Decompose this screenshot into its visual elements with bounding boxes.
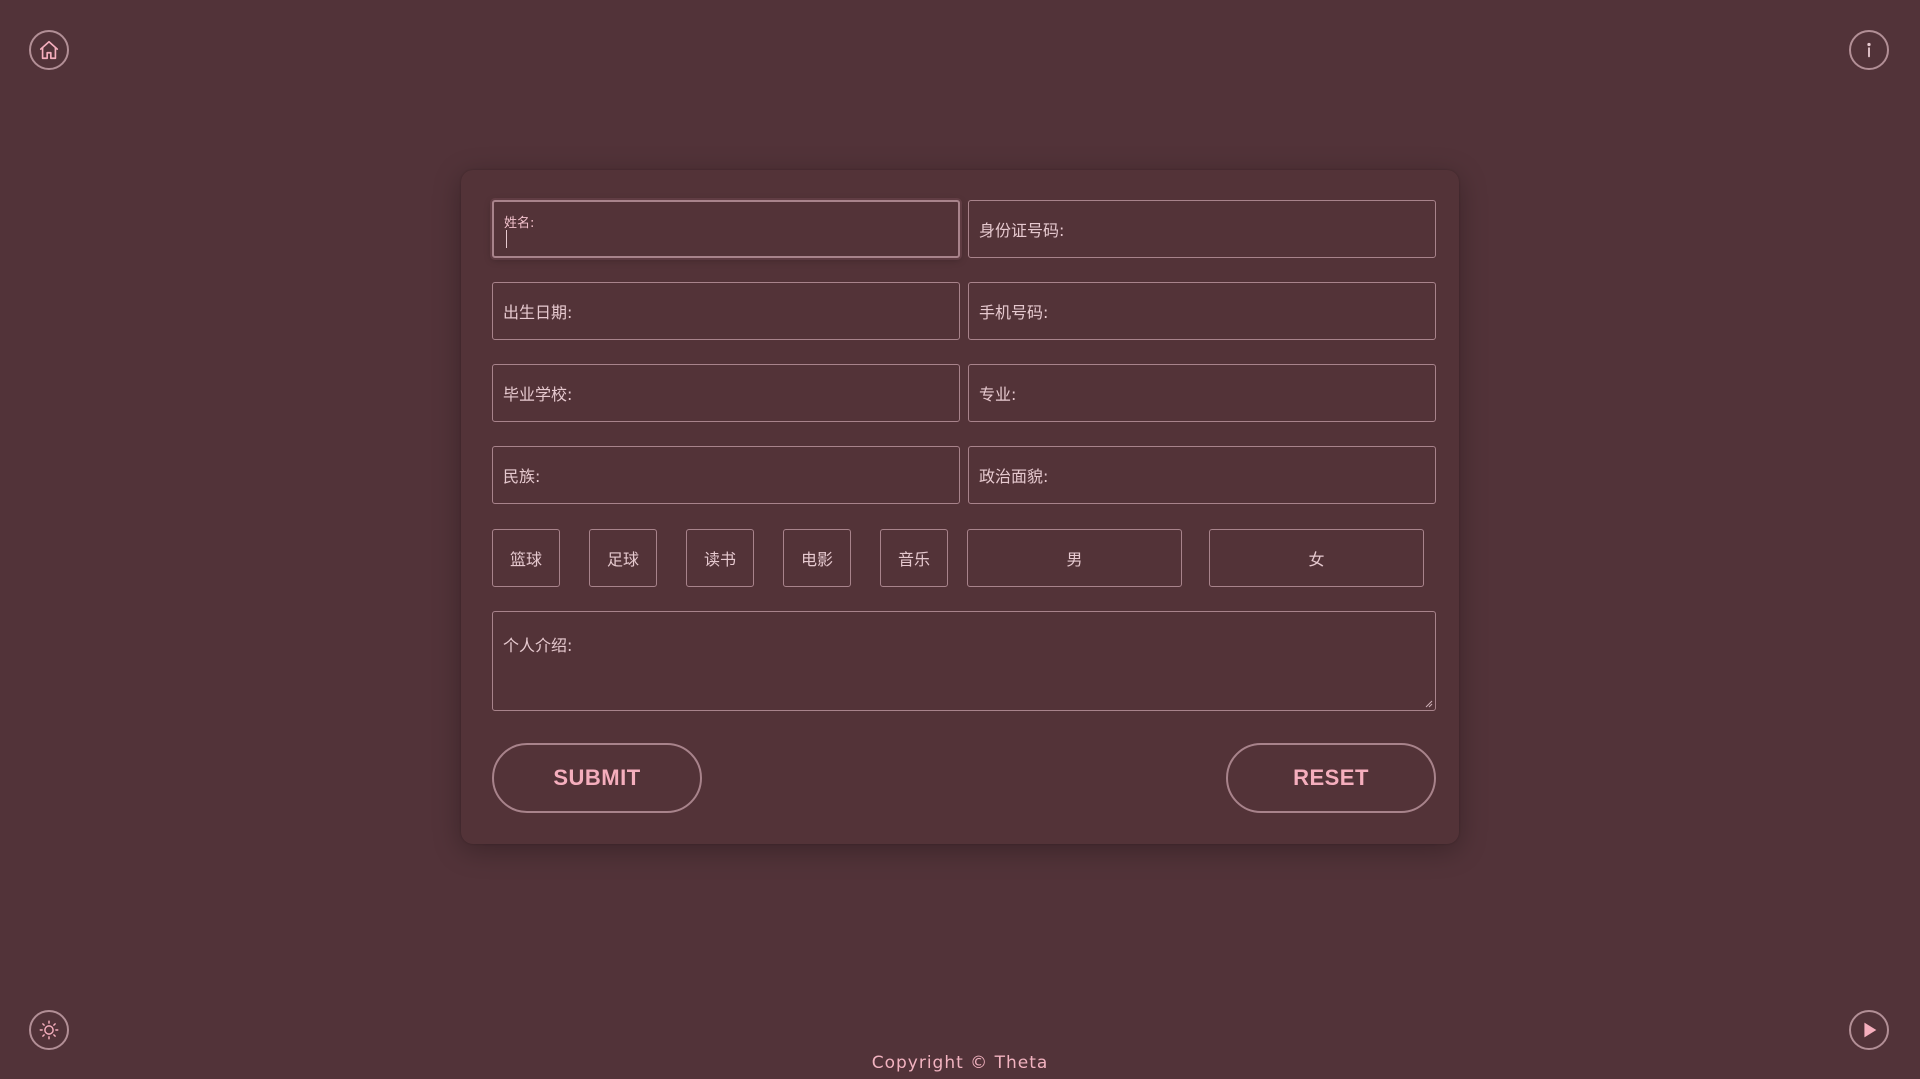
- submit-button[interactable]: SUBMIT: [492, 743, 702, 813]
- birth-date-input[interactable]: 出生日期:: [492, 282, 960, 340]
- text-caret: [506, 230, 507, 248]
- hobby-football-checkbox[interactable]: 足球: [589, 529, 657, 587]
- political-status-input[interactable]: 政治面貌:: [968, 446, 1436, 504]
- gender-female-radio[interactable]: 女: [1209, 529, 1424, 587]
- id-number-label: 身份证号码:: [979, 221, 1065, 240]
- form-card: 姓名: 身份证号码: 出生日期: 手机号码: 毕业学校: 专业: 民族: 政治面…: [461, 170, 1459, 844]
- hobby-music-checkbox[interactable]: 音乐: [880, 529, 948, 587]
- reset-button[interactable]: RESET: [1226, 743, 1436, 813]
- hobby-movie-checkbox[interactable]: 电影: [783, 529, 851, 587]
- id-number-input[interactable]: 身份证号码:: [968, 200, 1436, 258]
- political-status-label: 政治面貌:: [979, 467, 1049, 486]
- resize-grip-icon[interactable]: [1423, 698, 1433, 708]
- major-label: 专业:: [979, 385, 1017, 404]
- hobby-basketball-checkbox[interactable]: 篮球: [492, 529, 560, 587]
- info-icon: [1867, 42, 1871, 58]
- play-button[interactable]: [1849, 1010, 1889, 1050]
- home-icon: [39, 40, 59, 60]
- name-label: 姓名:: [504, 216, 535, 231]
- info-button[interactable]: [1849, 30, 1889, 70]
- name-input[interactable]: 姓名:: [492, 200, 960, 258]
- ethnicity-input[interactable]: 民族:: [492, 446, 960, 504]
- ethnicity-label: 民族:: [503, 467, 541, 486]
- birth-date-label: 出生日期:: [503, 303, 573, 322]
- major-input[interactable]: 专业:: [968, 364, 1436, 422]
- intro-label: 个人介绍:: [503, 636, 573, 655]
- play-icon: [1864, 1022, 1877, 1038]
- school-label: 毕业学校:: [503, 385, 573, 404]
- home-button[interactable]: [29, 30, 69, 70]
- theme-toggle-button[interactable]: [29, 1010, 69, 1050]
- copyright-footer: Copyright © Theta: [871, 1053, 1049, 1073]
- phone-input[interactable]: 手机号码:: [968, 282, 1436, 340]
- gender-male-radio[interactable]: 男: [967, 529, 1182, 587]
- hobby-reading-checkbox[interactable]: 读书: [686, 529, 754, 587]
- intro-textarea[interactable]: 个人介绍:: [492, 611, 1436, 711]
- sun-icon: [39, 1020, 59, 1040]
- school-input[interactable]: 毕业学校:: [492, 364, 960, 422]
- phone-label: 手机号码:: [979, 303, 1049, 322]
